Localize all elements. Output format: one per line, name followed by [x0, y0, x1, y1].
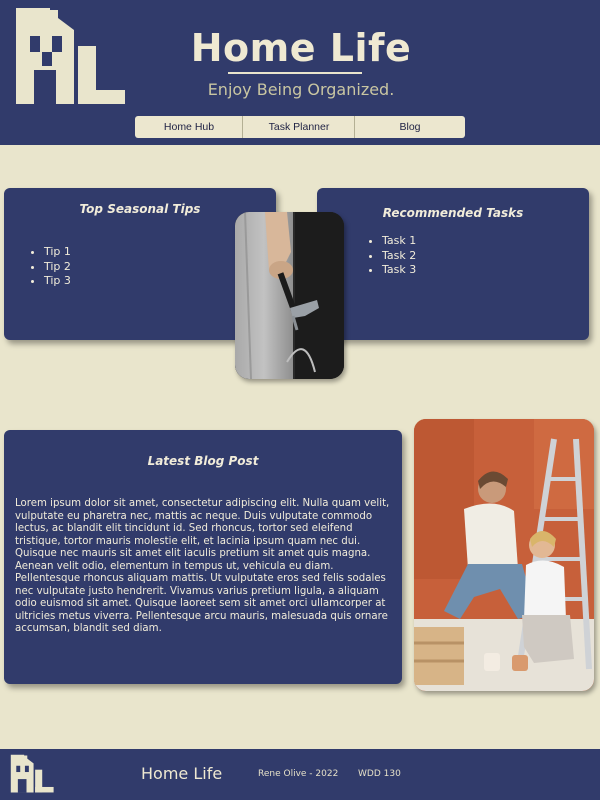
house-hl-logo-icon[interactable]	[14, 8, 126, 106]
footer-course: WDD 130	[358, 769, 401, 779]
nav-task-planner[interactable]: Task Planner	[243, 116, 355, 138]
seasonal-tips-title: Top Seasonal Tips	[79, 202, 201, 216]
task-item: Task 2	[382, 249, 416, 264]
blog-post-body: Lorem ipsum dolor sit amet, consectetur …	[15, 498, 390, 634]
task-item: Task 3	[382, 263, 416, 278]
site-title: Home Life	[190, 26, 412, 70]
site-tagline: Enjoy Being Organized.	[207, 80, 395, 99]
nav-blog[interactable]: Blog	[355, 116, 465, 138]
nav-home-hub[interactable]: Home Hub	[135, 116, 243, 138]
site-header: Home Life Enjoy Being Organized. Home Hu…	[0, 0, 600, 145]
latest-blog-title: Latest Blog Post	[147, 454, 259, 468]
family-painting-photo	[414, 419, 594, 691]
title-divider	[228, 72, 362, 74]
task-item: Task 1	[382, 234, 416, 249]
main-nav: Home Hub Task Planner Blog	[135, 116, 465, 138]
recommended-tasks-card: Recommended Tasks Task 1 Task 2 Task 3	[317, 188, 589, 340]
hammer-photo	[235, 212, 344, 379]
tip-item: Tip 2	[44, 260, 71, 275]
recommended-tasks-title: Recommended Tasks	[382, 206, 524, 220]
tip-item: Tip 3	[44, 274, 71, 289]
tip-item: Tip 1	[44, 245, 71, 260]
seasonal-tips-list: Tip 1 Tip 2 Tip 3	[4, 245, 71, 289]
footer-credit: Rene Olive - 2022	[258, 769, 339, 779]
site-footer: Home Life Rene Olive - 2022 WDD 130	[0, 749, 600, 800]
recommended-tasks-list: Task 1 Task 2 Task 3	[342, 234, 416, 278]
footer-title: Home Life	[141, 764, 223, 783]
latest-blog-card: Latest Blog Post Lorem ipsum dolor sit a…	[4, 430, 402, 684]
house-hl-logo-icon[interactable]	[10, 754, 54, 794]
